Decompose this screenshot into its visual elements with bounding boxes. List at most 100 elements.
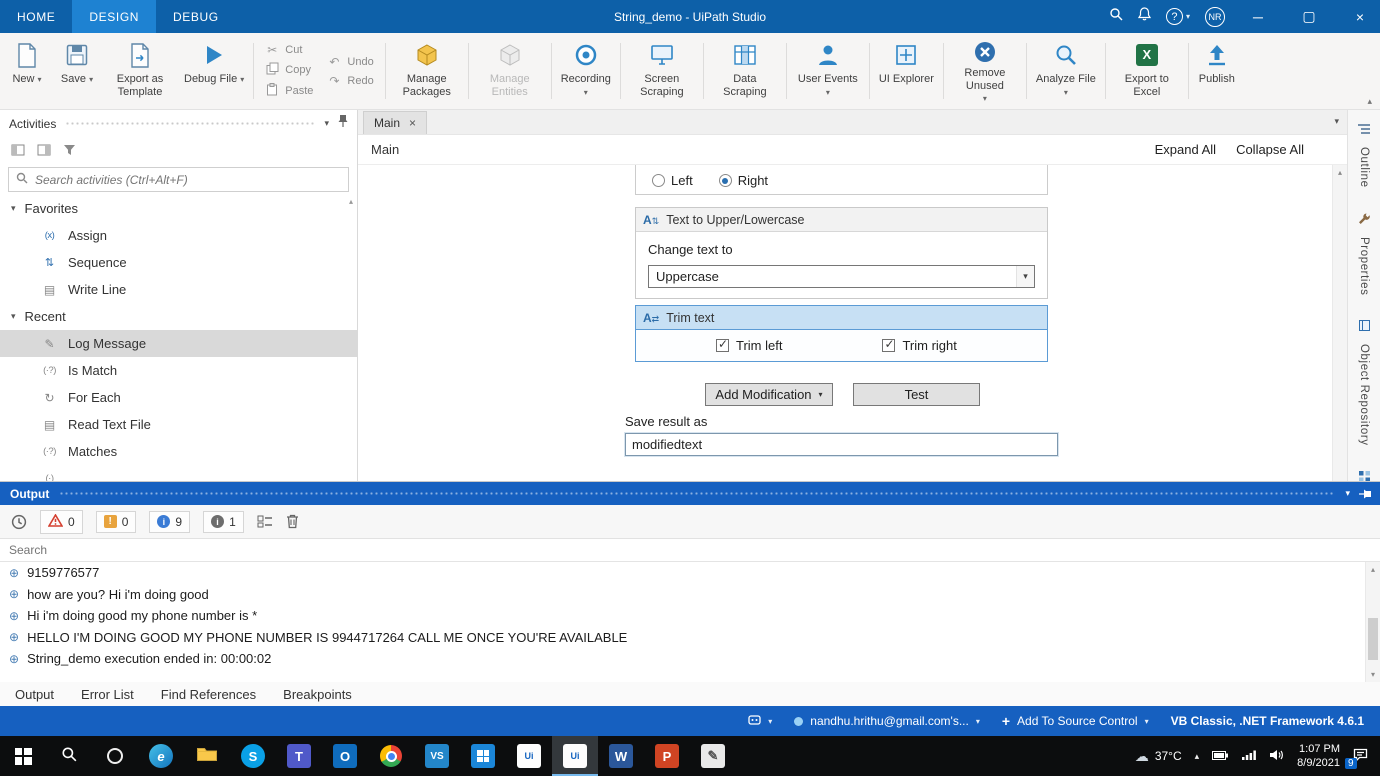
- rail-tab-outline[interactable]: Outline: [1357, 122, 1371, 188]
- manage-entities-button[interactable]: Manage Entities: [472, 35, 548, 107]
- outlook-button[interactable]: O: [322, 736, 368, 776]
- account-menu[interactable]: nandhu.hrithu@gmail.com's... ▾: [794, 714, 980, 728]
- export-to-excel-button[interactable]: X Export to Excel: [1109, 35, 1185, 107]
- collapse-ribbon-icon[interactable]: ▴: [1367, 96, 1372, 107]
- export-as-template-button[interactable]: Export as Template: [102, 35, 178, 107]
- activity-read-text-file[interactable]: ▤ Read Text File: [0, 411, 357, 438]
- ui-explorer-button[interactable]: UI Explorer: [873, 35, 940, 107]
- log-entry[interactable]: ⊕ 9159776577: [0, 562, 1380, 584]
- pin-icon[interactable]: [338, 114, 348, 133]
- tab-error-list[interactable]: Error List: [81, 687, 134, 702]
- tray-overflow-chevron-icon[interactable]: ▴: [1195, 751, 1200, 762]
- scroll-up-icon[interactable]: ▴: [346, 197, 356, 206]
- volume-icon[interactable]: [1269, 749, 1284, 764]
- trim-right-checkbox[interactable]: ✓ Trim right: [882, 337, 957, 353]
- trace-filter-button[interactable]: i 1: [203, 510, 244, 533]
- undo-button[interactable]: ↶ Undo: [327, 55, 373, 69]
- chrome-button[interactable]: [368, 736, 414, 776]
- tab-main[interactable]: Main ×: [363, 111, 428, 134]
- manage-packages-button[interactable]: Manage Packages: [389, 35, 465, 107]
- add-to-source-control-button[interactable]: + Add To Source Control ▾: [1002, 713, 1149, 729]
- weather-widget[interactable]: ☁ 37°C: [1135, 748, 1182, 765]
- recording-button[interactable]: Recording ▾: [555, 35, 617, 107]
- remove-unused-button[interactable]: Remove Unused ▾: [947, 35, 1023, 107]
- file-explorer-button[interactable]: [184, 736, 230, 776]
- rail-tab-properties[interactable]: Properties: [1358, 212, 1371, 295]
- scroll-up-icon[interactable]: ▴: [1333, 165, 1347, 177]
- uipath-studio-active-button[interactable]: Ui: [552, 736, 598, 776]
- canvas-scrollbar[interactable]: ▴: [1332, 165, 1347, 481]
- assistant-tray-button[interactable]: ▾: [748, 714, 772, 729]
- panel-drag-texture[interactable]: [59, 491, 1336, 496]
- add-modification-button[interactable]: Add Modification ▾: [705, 383, 833, 406]
- tab-output[interactable]: Output: [15, 687, 54, 702]
- network-icon[interactable]: [1242, 749, 1257, 763]
- menu-tab-home[interactable]: HOME: [0, 0, 72, 33]
- activities-search-input[interactable]: [35, 172, 341, 187]
- trim-section-header[interactable]: A⇄ Trim text: [636, 306, 1047, 330]
- tab-list-chevron-icon[interactable]: ▾: [1334, 116, 1339, 127]
- menu-tab-design[interactable]: DESIGN: [72, 0, 157, 33]
- rail-tab-object-repository[interactable]: Object Repository: [1358, 319, 1371, 446]
- test-button[interactable]: Test: [853, 383, 980, 406]
- log-entry[interactable]: ⊕ how are you? Hi i'm doing good: [0, 584, 1380, 606]
- activities-scrollbar[interactable]: ▴: [346, 197, 356, 317]
- vscode-button[interactable]: VS: [414, 736, 460, 776]
- analyze-file-button[interactable]: Analyze File ▾: [1030, 35, 1102, 107]
- tab-find-references[interactable]: Find References: [161, 687, 256, 702]
- whiteboard-button[interactable]: ✎: [690, 736, 736, 776]
- scroll-down-icon[interactable]: ▾: [1366, 667, 1380, 682]
- teams-button[interactable]: T: [276, 736, 322, 776]
- errors-filter-button[interactable]: 0: [40, 509, 83, 534]
- copy-button[interactable]: Copy: [265, 62, 313, 78]
- filter-icon[interactable]: [63, 143, 76, 161]
- breadcrumb[interactable]: Main: [371, 142, 399, 157]
- debug-file-button[interactable]: Debug File ▾: [178, 35, 250, 107]
- log-entry[interactable]: ⊕ HELLO I'M DOING GOOD MY PHONE NUMBER IS…: [0, 627, 1380, 649]
- warnings-filter-button[interactable]: ! 0: [95, 510, 137, 533]
- minimize-button[interactable]: ─: [1240, 0, 1276, 33]
- trim-left-checkbox[interactable]: ✓ Trim left: [716, 337, 782, 353]
- unpin-icon[interactable]: [1358, 489, 1372, 499]
- activity-for-each[interactable]: ↻ For Each: [0, 384, 357, 411]
- publish-button[interactable]: Publish: [1192, 35, 1242, 107]
- radio-right[interactable]: Right: [718, 173, 768, 188]
- user-events-button[interactable]: User Events ▾: [790, 35, 866, 107]
- timestamps-toggle-icon[interactable]: [11, 514, 27, 530]
- paste-button[interactable]: Paste: [265, 83, 313, 99]
- tree-group-recent[interactable]: ▾ Recent: [0, 303, 357, 330]
- activity-write-line[interactable]: ▤ Write Line: [0, 276, 357, 303]
- notifications-icon[interactable]: [1137, 7, 1152, 26]
- activity-sequence[interactable]: ⇅ Sequence: [0, 249, 357, 276]
- radio-left[interactable]: Left: [652, 173, 693, 188]
- scroll-up-icon[interactable]: ▴: [1366, 562, 1380, 577]
- start-button[interactable]: [0, 736, 46, 776]
- chevron-down-icon[interactable]: ▾: [324, 118, 329, 129]
- panel-view-left-icon[interactable]: [11, 143, 25, 161]
- cortana-button[interactable]: [92, 736, 138, 776]
- collapse-all-link[interactable]: Collapse All: [1236, 142, 1304, 157]
- tree-group-favorites[interactable]: ▾ Favorites: [0, 195, 357, 222]
- taskbar-search-button[interactable]: [46, 736, 92, 776]
- close-tab-icon[interactable]: ×: [409, 116, 416, 130]
- menu-tab-debug[interactable]: DEBUG: [156, 0, 236, 33]
- info-filter-button[interactable]: i 9: [149, 510, 191, 533]
- view-details-icon[interactable]: [257, 515, 273, 528]
- skype-button[interactable]: S: [230, 736, 276, 776]
- edge-button[interactable]: e: [138, 736, 184, 776]
- panel-view-right-icon[interactable]: [37, 143, 51, 161]
- clock-widget[interactable]: 1:07 PM 8/9/2021: [1297, 742, 1340, 771]
- help-button[interactable]: ? ▾: [1165, 8, 1190, 25]
- activity-log-message[interactable]: ✎ Log Message: [0, 330, 357, 357]
- case-section-header[interactable]: A⇅ Text to Upper/Lowercase: [636, 208, 1047, 232]
- activity-assign[interactable]: (x) Assign: [0, 222, 357, 249]
- panel-drag-texture[interactable]: [65, 121, 316, 126]
- case-dropdown[interactable]: Uppercase ▾: [648, 265, 1035, 288]
- chevron-down-icon[interactable]: ▾: [1345, 488, 1350, 499]
- screen-scraping-button[interactable]: Screen Scraping: [624, 35, 700, 107]
- data-scraping-button[interactable]: Data Scraping: [707, 35, 783, 107]
- expand-all-link[interactable]: Expand All: [1155, 142, 1216, 157]
- clear-output-trash-icon[interactable]: [286, 514, 299, 529]
- activity-matches[interactable]: (·?) Matches: [0, 438, 357, 465]
- word-button[interactable]: W: [598, 736, 644, 776]
